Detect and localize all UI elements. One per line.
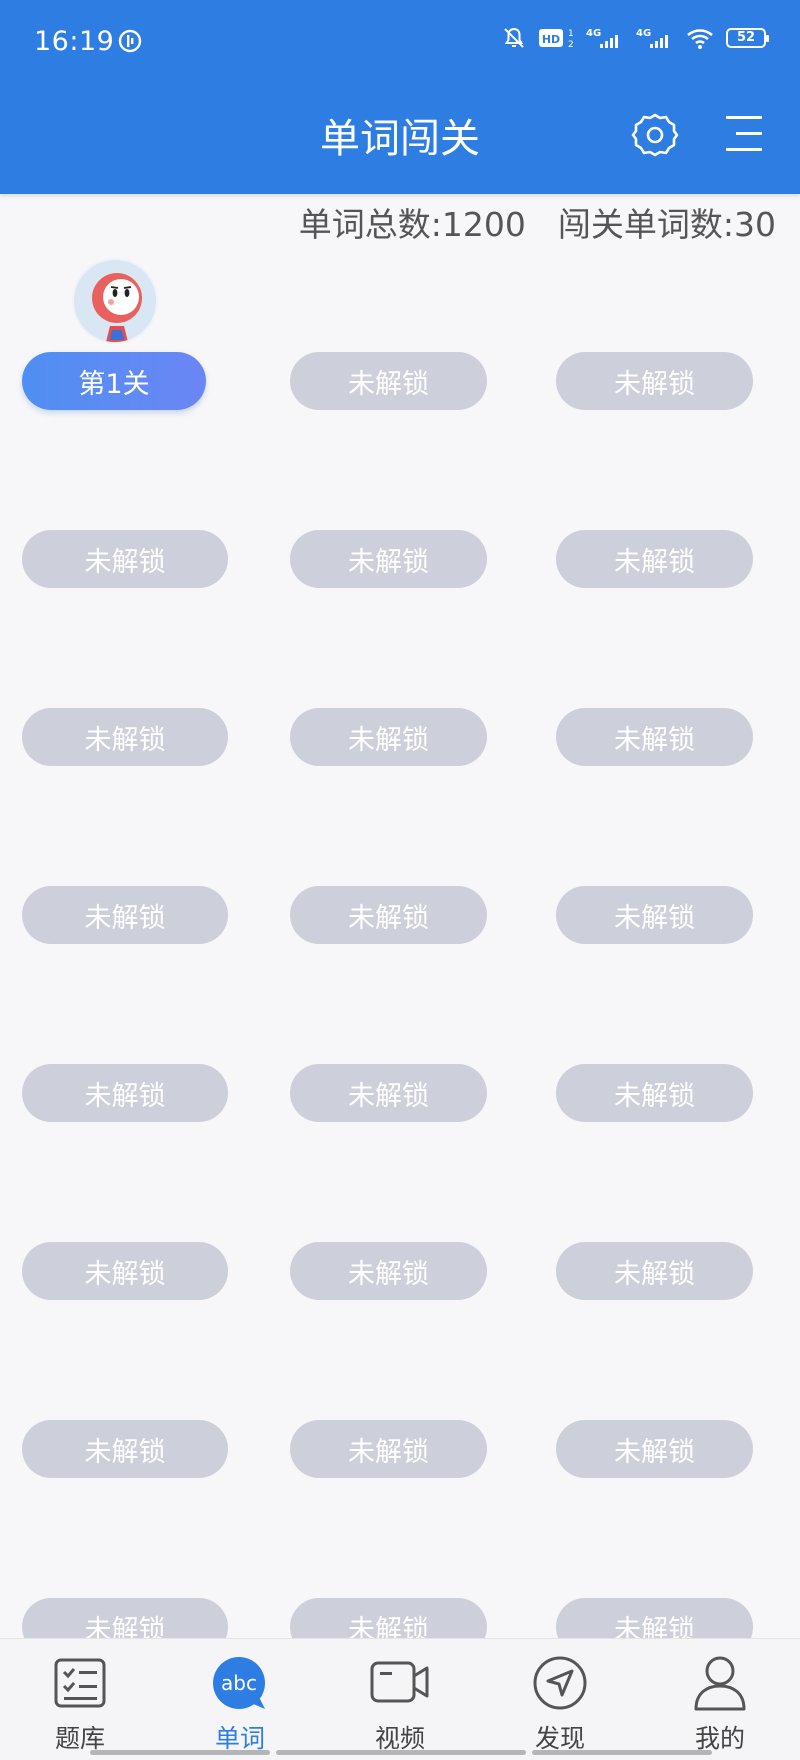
- list-icon: [54, 1658, 106, 1708]
- level-button-locked[interactable]: 未解锁: [22, 1598, 228, 1640]
- level-button-locked[interactable]: 未解锁: [290, 1598, 487, 1640]
- nav-indicator: [90, 1750, 270, 1755]
- level-button-locked[interactable]: 未解锁: [556, 1064, 753, 1122]
- bottom-nav: 题库 abc 单词 视频 发现 我的: [0, 1638, 800, 1760]
- character-icon: [74, 260, 156, 342]
- level-button-locked[interactable]: 未解锁: [290, 530, 487, 588]
- level-button-locked[interactable]: 未解锁: [556, 352, 753, 410]
- level-button-locked[interactable]: 未解锁: [290, 1420, 487, 1478]
- level-button-locked[interactable]: 未解锁: [556, 886, 753, 944]
- level-button-locked[interactable]: 未解锁: [22, 1420, 228, 1478]
- level-button-locked[interactable]: 未解锁: [22, 1064, 228, 1122]
- level-grid: 第1关 未解锁 未解锁 未解锁 未解锁 未解锁 未解锁 未解锁 未解锁 未解锁 未解锁 未解锁 未解锁未…: [0, 0, 800, 1640]
- nav-indicator: [532, 1750, 712, 1755]
- video-icon: [370, 1661, 429, 1703]
- level-button-locked[interactable]: 未解锁: [556, 1420, 753, 1478]
- level-button-locked[interactable]: 未解锁: [556, 1598, 753, 1640]
- nav-question-bank[interactable]: 题库: [25, 1655, 135, 1755]
- level-button-locked[interactable]: 未解锁: [290, 708, 487, 766]
- level-button-active[interactable]: 第1关: [22, 352, 206, 410]
- level-button-locked[interactable]: 未解锁: [556, 708, 753, 766]
- level-button-locked[interactable]: 未解锁: [22, 708, 228, 766]
- level-button-locked[interactable]: 未解锁: [556, 530, 753, 588]
- abc-icon-text: abc: [221, 1671, 257, 1695]
- level-button-locked[interactable]: 未解锁: [22, 530, 228, 588]
- compass-icon: [533, 1656, 587, 1710]
- level-button-locked[interactable]: 未解锁: [290, 352, 487, 410]
- nav-indicator: [276, 1750, 526, 1755]
- level-button-locked[interactable]: 未解锁: [290, 886, 487, 944]
- nav-discover[interactable]: 发现: [505, 1655, 615, 1755]
- nav-video[interactable]: 视频: [345, 1655, 455, 1755]
- level-button-locked[interactable]: 未解锁: [22, 1242, 228, 1300]
- user-icon: [694, 1656, 746, 1711]
- nav-words[interactable]: abc 单词: [185, 1655, 295, 1755]
- abc-icon: abc: [213, 1657, 265, 1709]
- level-button-locked[interactable]: 未解锁: [290, 1242, 487, 1300]
- nav-profile[interactable]: 我的: [665, 1655, 775, 1755]
- level-button-locked[interactable]: 未解锁: [556, 1242, 753, 1300]
- level-button-locked[interactable]: 未解锁: [22, 886, 228, 944]
- avatar: [72, 258, 158, 344]
- level-button-locked[interactable]: 未解锁: [290, 1064, 487, 1122]
